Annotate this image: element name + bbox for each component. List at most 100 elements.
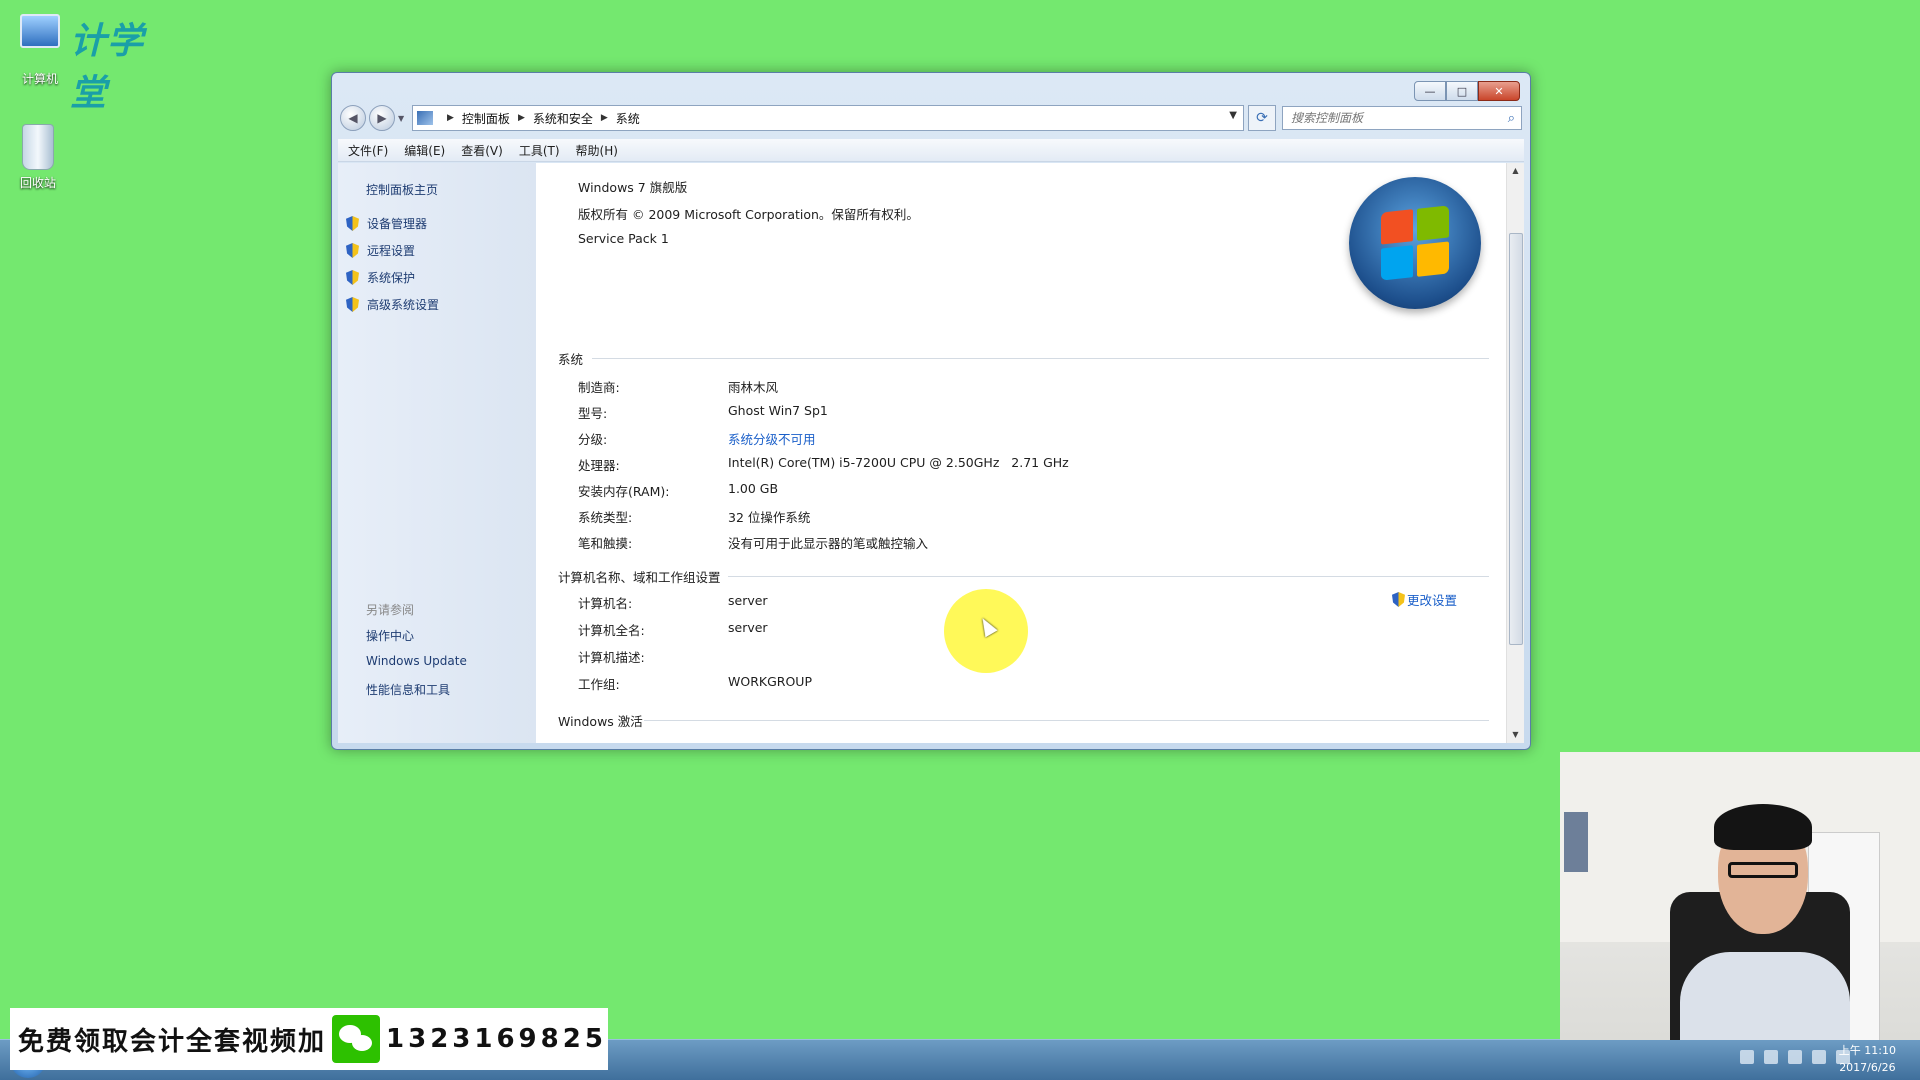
value-processor: Intel(R) Core(TM) i5-7200U CPU @ 2.50GHz… xyxy=(728,455,1069,470)
presenter-glasses xyxy=(1728,862,1798,878)
forward-button[interactable]: ▶ xyxy=(369,105,395,131)
network-icon[interactable] xyxy=(1764,1050,1778,1064)
chevron-right-icon[interactable]: ▶ xyxy=(447,113,454,123)
label-model: 型号: xyxy=(578,406,608,421)
value-workgroup: WORKGROUP xyxy=(728,674,812,689)
see-also-heading: 另请参阅 xyxy=(366,603,415,617)
rating-link[interactable]: 系统分级不可用 xyxy=(728,429,816,448)
search-box[interactable]: ⌕ xyxy=(1282,106,1522,130)
shield-icon xyxy=(346,216,359,231)
search-icon[interactable]: ⌕ xyxy=(1508,111,1515,126)
desktop-icon-label: 计算机 xyxy=(21,72,58,86)
webcam-overlay xyxy=(1560,752,1920,1040)
menu-tools[interactable]: 工具(T) xyxy=(519,142,560,159)
scroll-up-arrow-icon[interactable]: ▲ xyxy=(1507,163,1524,179)
promo-banner: 免费领取会计全套视频加 13231698​25 xyxy=(10,1008,608,1070)
promo-phone: 13231698​25 xyxy=(386,1024,607,1054)
maximize-button[interactable]: □ xyxy=(1446,81,1478,101)
taskbar-clock[interactable]: 上午 11:10 2017/6/26 xyxy=(1839,1042,1896,1076)
windows-logo xyxy=(1349,177,1481,309)
left-task-pane: 控制面板主页 设备管理器 远程设置 系统保护 高级系统设置 另请参阅 操作中心 … xyxy=(338,163,536,743)
keyboard-icon[interactable] xyxy=(1740,1050,1754,1064)
clock-time: 上午 11:10 xyxy=(1838,1044,1896,1057)
breadcrumb-control-panel[interactable]: 控制面板 xyxy=(462,110,510,127)
link-performance-tools[interactable]: 性能信息和工具 xyxy=(366,681,450,698)
task-system-protection[interactable]: 系统保护 xyxy=(346,269,415,286)
presenter-hair xyxy=(1714,804,1812,850)
chevron-down-icon[interactable]: ▼ xyxy=(1229,110,1237,121)
label-pen-touch: 笔和触摸: xyxy=(578,536,633,551)
flag-icon[interactable] xyxy=(1812,1050,1826,1064)
system-tray xyxy=(1740,1050,1850,1064)
shield-icon xyxy=(1391,592,1405,607)
shield-icon xyxy=(346,243,359,258)
value-computer-name: server xyxy=(728,593,768,608)
section-divider xyxy=(592,358,1489,359)
label-full-computer-name: 计算机全名: xyxy=(578,623,645,638)
windows-edition: Windows 7 旗舰版 xyxy=(578,180,688,195)
chevron-right-icon[interactable]: ▶ xyxy=(518,113,525,123)
search-input[interactable] xyxy=(1289,110,1508,126)
wall-poster xyxy=(1564,812,1588,872)
value-model: Ghost Win7 Sp1 xyxy=(728,403,828,418)
desktop-icon-recycle-bin[interactable]: 回收站 xyxy=(0,124,78,191)
label-computer-name: 计算机名: xyxy=(578,596,633,611)
back-button[interactable]: ◀ xyxy=(340,105,366,131)
presenter-body xyxy=(1680,952,1850,1040)
close-button[interactable]: ✕ xyxy=(1478,81,1520,101)
minimize-button[interactable]: — xyxy=(1414,81,1446,101)
caption-buttons: — □ ✕ xyxy=(1414,81,1520,101)
navigation-bar: ◀ ▶ ▼ ▶ 控制面板 ▶ 系统和安全 ▶ 系统 ▼ ⟳ ⌕ xyxy=(340,103,1522,133)
link-action-center[interactable]: 操作中心 xyxy=(366,627,414,644)
desktop-icon-label: 回收站 xyxy=(19,176,56,190)
task-advanced-settings[interactable]: 高级系统设置 xyxy=(346,296,439,313)
section-title-activation: Windows 激活 xyxy=(558,714,643,729)
control-panel-icon xyxy=(417,111,433,125)
label-ram: 安装内存(RAM): xyxy=(578,484,670,499)
label-rating: 分级: xyxy=(578,432,608,447)
menu-help[interactable]: 帮助(H) xyxy=(576,142,618,159)
computer-icon xyxy=(20,14,60,48)
label-processor: 处理器: xyxy=(578,458,620,473)
control-panel-home-link[interactable]: 控制面板主页 xyxy=(366,181,438,198)
task-device-manager[interactable]: 设备管理器 xyxy=(346,215,427,232)
value-system-type: 32 位操作系统 xyxy=(728,510,811,525)
change-settings-link[interactable]: 更改设置 xyxy=(1391,590,1457,609)
value-pen-touch: 没有可用于此显示器的笔或触控输入 xyxy=(728,536,929,551)
refresh-icon: ⟳ xyxy=(1256,110,1268,126)
scrollbar-thumb[interactable] xyxy=(1509,233,1523,645)
menu-view[interactable]: 查看(V) xyxy=(461,142,503,159)
link-windows-update[interactable]: Windows Update xyxy=(366,654,467,668)
chevron-right-icon[interactable]: ▶ xyxy=(601,113,608,123)
section-divider xyxy=(644,720,1489,721)
service-pack: Service Pack 1 xyxy=(578,231,669,246)
label-computer-description: 计算机描述: xyxy=(578,650,645,665)
task-remote-settings[interactable]: 远程设置 xyxy=(346,242,415,259)
main-content: Windows 7 旗舰版 版权所有 © 2009 Microsoft Corp… xyxy=(536,163,1507,743)
back-arrow-icon: ◀ xyxy=(348,111,358,125)
change-settings-label: 更改设置 xyxy=(1406,593,1457,608)
section-divider xyxy=(728,576,1489,577)
device-icon[interactable] xyxy=(1788,1050,1802,1064)
desktop-icon-computer[interactable]: 计算机 xyxy=(0,14,80,87)
forward-arrow-icon: ▶ xyxy=(377,111,387,125)
task-label: 远程设置 xyxy=(367,244,416,258)
menu-bar: 文件(F) 编辑(E) 查看(V) 工具(T) 帮助(H) xyxy=(338,139,1524,162)
recycle-bin-icon xyxy=(22,124,54,170)
value-manufacturer: 雨林木风 xyxy=(728,380,779,395)
section-title-computer-name: 计算机名称、域和工作组设置 xyxy=(558,570,721,585)
label-system-type: 系统类型: xyxy=(578,510,633,525)
menu-file[interactable]: 文件(F) xyxy=(348,142,388,159)
breadcrumb-system[interactable]: 系统 xyxy=(616,110,640,127)
address-bar[interactable]: ▶ 控制面板 ▶ 系统和安全 ▶ 系统 ▼ xyxy=(412,105,1244,131)
vertical-scrollbar[interactable]: ▲ ▼ xyxy=(1506,163,1524,743)
refresh-button[interactable]: ⟳ xyxy=(1248,105,1276,131)
breadcrumb-system-security[interactable]: 系统和安全 xyxy=(533,110,593,127)
client-area: 控制面板主页 设备管理器 远程设置 系统保护 高级系统设置 另请参阅 操作中心 … xyxy=(338,163,1524,743)
scroll-down-arrow-icon[interactable]: ▼ xyxy=(1507,727,1524,743)
menu-edit[interactable]: 编辑(E) xyxy=(404,142,445,159)
copyright-text: 版权所有 © 2009 Microsoft Corporation。保留所有权利… xyxy=(578,207,919,222)
system-window: — □ ✕ ◀ ▶ ▼ ▶ 控制面板 ▶ 系统和安全 ▶ 系统 ▼ ⟳ ⌕ 文件… xyxy=(331,72,1531,750)
recent-pages-dropdown[interactable]: ▼ xyxy=(398,114,406,123)
label-manufacturer: 制造商: xyxy=(578,380,620,395)
